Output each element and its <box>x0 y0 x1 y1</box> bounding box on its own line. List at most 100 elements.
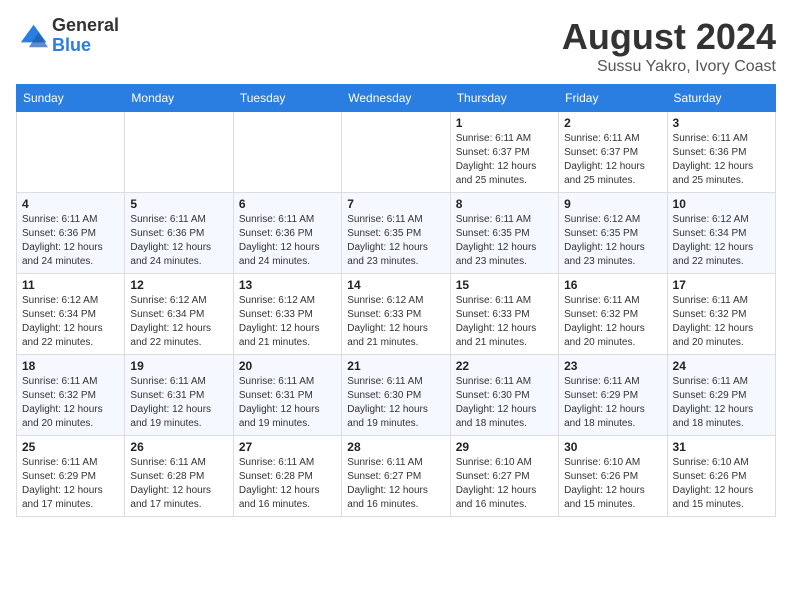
day-number: 1 <box>456 116 553 130</box>
day-cell: 25Sunrise: 6:11 AM Sunset: 6:29 PM Dayli… <box>17 436 125 517</box>
day-cell: 2 Sunrise: 6:11 AM Sunset: 6:37 PM Daylig… <box>559 112 667 193</box>
week-row-3: 11 Sunrise: 6:12 AM Sunset: 6:34 PM Dayli… <box>17 274 776 355</box>
day-info: Sunrise: 6:11 AM Sunset: 6:37 PM Dayligh… <box>456 132 553 188</box>
day-info: Sunrise: 6:11 AM Sunset: 6:37 PM Dayligh… <box>564 132 661 188</box>
week-row-4: 18Sunrise: 6:11 AM Sunset: 6:32 PM Dayli… <box>17 355 776 436</box>
day-number: 28 <box>347 440 444 454</box>
day-number: 3 <box>673 116 770 130</box>
day-cell: 4 Sunrise: 6:11 AM Sunset: 6:36 PM Daylig… <box>17 193 125 274</box>
week-row-2: 4 Sunrise: 6:11 AM Sunset: 6:36 PM Daylig… <box>17 193 776 274</box>
title-block: August 2024 Sussu Yakro, Ivory Coast <box>562 16 776 76</box>
day-info: Sunrise: 6:11 AM Sunset: 6:27 PM Dayligh… <box>347 456 444 512</box>
day-number: 11 <box>22 278 119 292</box>
day-info: Sunrise: 6:10 AM Sunset: 6:27 PM Dayligh… <box>456 456 553 512</box>
day-number: 24 <box>673 359 770 373</box>
day-number: 15 <box>456 278 553 292</box>
day-number: 5 <box>130 197 227 211</box>
calendar: SundayMondayTuesdayWednesdayThursdayFrid… <box>16 84 776 517</box>
day-info: Sunrise: 6:11 AM Sunset: 6:31 PM Dayligh… <box>239 375 336 431</box>
day-info: Sunrise: 6:12 AM Sunset: 6:34 PM Dayligh… <box>130 294 227 350</box>
day-cell: 12 Sunrise: 6:12 AM Sunset: 6:34 PM Dayli… <box>125 274 233 355</box>
day-number: 17 <box>673 278 770 292</box>
day-info: Sunrise: 6:11 AM Sunset: 6:36 PM Dayligh… <box>673 132 770 188</box>
day-cell: 30 Sunrise: 6:10 AM Sunset: 6:26 PM Dayli… <box>559 436 667 517</box>
day-cell <box>17 112 125 193</box>
day-cell: 11 Sunrise: 6:12 AM Sunset: 6:34 PM Dayli… <box>17 274 125 355</box>
weekday-header-row: SundayMondayTuesdayWednesdayThursdayFrid… <box>17 85 776 112</box>
day-cell: 8Sunrise: 6:11 AM Sunset: 6:35 PM Daylig… <box>450 193 558 274</box>
day-cell: 26Sunrise: 6:11 AM Sunset: 6:28 PM Dayli… <box>125 436 233 517</box>
logo-text: General Blue <box>52 16 119 56</box>
day-cell <box>125 112 233 193</box>
day-cell: 21 Sunrise: 6:11 AM Sunset: 6:30 PM Dayli… <box>342 355 450 436</box>
day-info: Sunrise: 6:11 AM Sunset: 6:30 PM Dayligh… <box>456 375 553 431</box>
day-cell: 5 Sunrise: 6:11 AM Sunset: 6:36 PM Daylig… <box>125 193 233 274</box>
month-year: August 2024 <box>562 16 776 58</box>
day-info: Sunrise: 6:12 AM Sunset: 6:34 PM Dayligh… <box>22 294 119 350</box>
day-number: 2 <box>564 116 661 130</box>
day-number: 27 <box>239 440 336 454</box>
weekday-monday: Monday <box>125 85 233 112</box>
day-info: Sunrise: 6:11 AM Sunset: 6:30 PM Dayligh… <box>347 375 444 431</box>
day-info: Sunrise: 6:12 AM Sunset: 6:33 PM Dayligh… <box>347 294 444 350</box>
day-number: 6 <box>239 197 336 211</box>
day-info: Sunrise: 6:10 AM Sunset: 6:26 PM Dayligh… <box>673 456 770 512</box>
day-cell: 23Sunrise: 6:11 AM Sunset: 6:29 PM Dayli… <box>559 355 667 436</box>
day-cell: 7 Sunrise: 6:11 AM Sunset: 6:35 PM Daylig… <box>342 193 450 274</box>
day-cell: 16Sunrise: 6:11 AM Sunset: 6:32 PM Dayli… <box>559 274 667 355</box>
day-cell: 6 Sunrise: 6:11 AM Sunset: 6:36 PM Daylig… <box>233 193 341 274</box>
day-info: Sunrise: 6:11 AM Sunset: 6:35 PM Dayligh… <box>347 213 444 269</box>
day-number: 31 <box>673 440 770 454</box>
day-info: Sunrise: 6:11 AM Sunset: 6:28 PM Dayligh… <box>239 456 336 512</box>
day-cell: 22 Sunrise: 6:11 AM Sunset: 6:30 PM Dayli… <box>450 355 558 436</box>
day-info: Sunrise: 6:12 AM Sunset: 6:33 PM Dayligh… <box>239 294 336 350</box>
day-cell: 9 Sunrise: 6:12 AM Sunset: 6:35 PM Daylig… <box>559 193 667 274</box>
day-info: Sunrise: 6:11 AM Sunset: 6:31 PM Dayligh… <box>130 375 227 431</box>
day-cell <box>342 112 450 193</box>
day-cell: 31 Sunrise: 6:10 AM Sunset: 6:26 PM Dayli… <box>667 436 775 517</box>
day-cell: 1 Sunrise: 6:11 AM Sunset: 6:37 PM Daylig… <box>450 112 558 193</box>
day-cell: 3 Sunrise: 6:11 AM Sunset: 6:36 PM Daylig… <box>667 112 775 193</box>
week-row-5: 25Sunrise: 6:11 AM Sunset: 6:29 PM Dayli… <box>17 436 776 517</box>
day-info: Sunrise: 6:11 AM Sunset: 6:32 PM Dayligh… <box>564 294 661 350</box>
day-number: 23 <box>564 359 661 373</box>
day-info: Sunrise: 6:11 AM Sunset: 6:36 PM Dayligh… <box>22 213 119 269</box>
day-number: 18 <box>22 359 119 373</box>
day-number: 9 <box>564 197 661 211</box>
day-info: Sunrise: 6:10 AM Sunset: 6:26 PM Dayligh… <box>564 456 661 512</box>
day-info: Sunrise: 6:12 AM Sunset: 6:35 PM Dayligh… <box>564 213 661 269</box>
day-cell: 18Sunrise: 6:11 AM Sunset: 6:32 PM Dayli… <box>17 355 125 436</box>
logo-icon <box>16 20 48 52</box>
day-cell: 24 Sunrise: 6:11 AM Sunset: 6:29 PM Dayli… <box>667 355 775 436</box>
weekday-sunday: Sunday <box>17 85 125 112</box>
day-number: 29 <box>456 440 553 454</box>
day-cell: 19 Sunrise: 6:11 AM Sunset: 6:31 PM Dayli… <box>125 355 233 436</box>
day-number: 7 <box>347 197 444 211</box>
week-row-1: 1 Sunrise: 6:11 AM Sunset: 6:37 PM Daylig… <box>17 112 776 193</box>
logo-line1: General <box>52 16 119 36</box>
day-cell: 14Sunrise: 6:12 AM Sunset: 6:33 PM Dayli… <box>342 274 450 355</box>
day-number: 19 <box>130 359 227 373</box>
day-cell <box>233 112 341 193</box>
day-cell: 13 Sunrise: 6:12 AM Sunset: 6:33 PM Dayli… <box>233 274 341 355</box>
day-number: 21 <box>347 359 444 373</box>
day-cell: 27 Sunrise: 6:11 AM Sunset: 6:28 PM Dayli… <box>233 436 341 517</box>
day-cell: 29 Sunrise: 6:10 AM Sunset: 6:27 PM Dayli… <box>450 436 558 517</box>
weekday-thursday: Thursday <box>450 85 558 112</box>
day-info: Sunrise: 6:12 AM Sunset: 6:34 PM Dayligh… <box>673 213 770 269</box>
day-info: Sunrise: 6:11 AM Sunset: 6:29 PM Dayligh… <box>673 375 770 431</box>
logo-line2: Blue <box>52 36 119 56</box>
day-number: 10 <box>673 197 770 211</box>
day-info: Sunrise: 6:11 AM Sunset: 6:36 PM Dayligh… <box>239 213 336 269</box>
day-number: 12 <box>130 278 227 292</box>
day-number: 22 <box>456 359 553 373</box>
day-number: 8 <box>456 197 553 211</box>
day-info: Sunrise: 6:11 AM Sunset: 6:29 PM Dayligh… <box>22 456 119 512</box>
day-number: 13 <box>239 278 336 292</box>
day-cell: 10 Sunrise: 6:12 AM Sunset: 6:34 PM Dayli… <box>667 193 775 274</box>
day-number: 30 <box>564 440 661 454</box>
day-number: 4 <box>22 197 119 211</box>
page-header: General Blue August 2024 Sussu Yakro, Iv… <box>16 16 776 76</box>
day-cell: 28 Sunrise: 6:11 AM Sunset: 6:27 PM Dayli… <box>342 436 450 517</box>
day-info: Sunrise: 6:11 AM Sunset: 6:36 PM Dayligh… <box>130 213 227 269</box>
